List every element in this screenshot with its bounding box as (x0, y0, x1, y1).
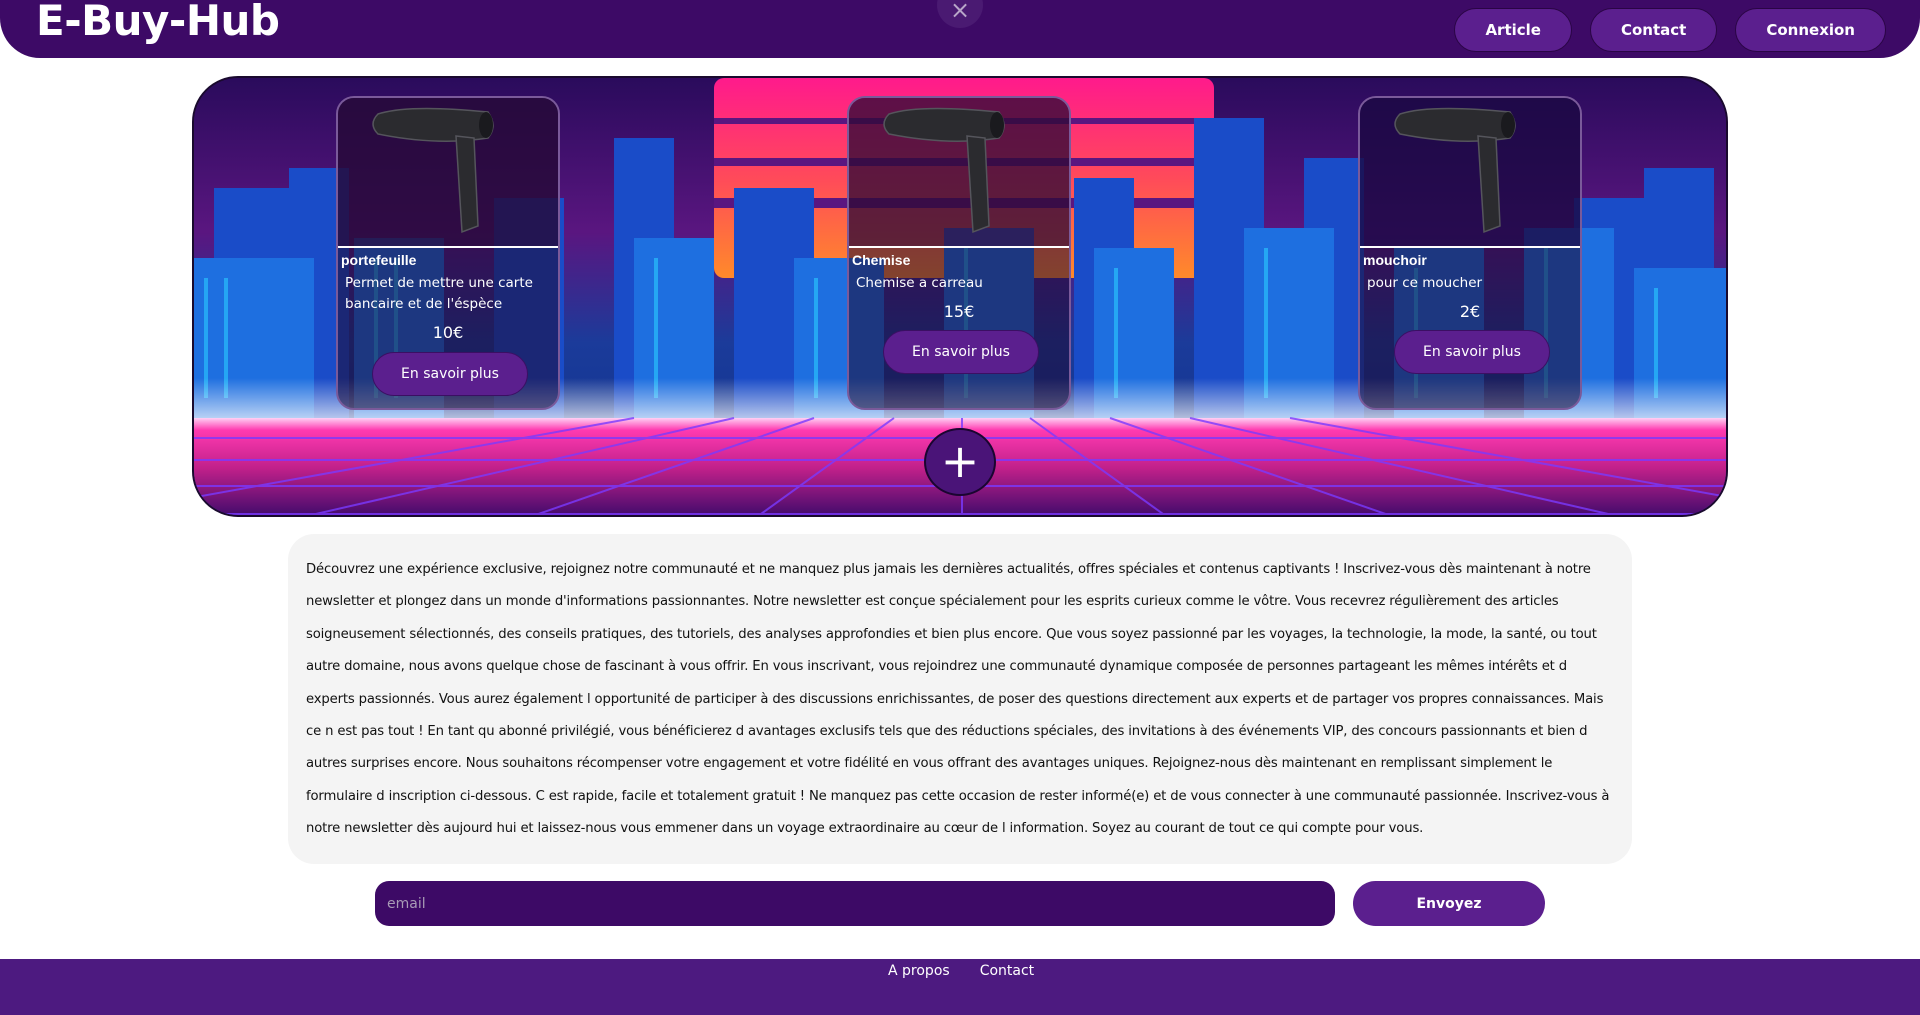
learn-more-button[interactable]: En savoir plus (883, 330, 1039, 374)
card-divider (338, 246, 558, 248)
plus-icon[interactable]: + (924, 428, 996, 496)
nav-article-button[interactable]: Article (1454, 8, 1572, 52)
product-title: portefeuille (341, 252, 417, 268)
hero-banner: portefeuille Permet de mettre une carte … (192, 76, 1728, 517)
product-title: Chemise (852, 252, 911, 268)
footer-link-about[interactable]: A propos (888, 963, 950, 979)
hair-dryer-icon (338, 98, 558, 246)
learn-more-button[interactable]: En savoir plus (1394, 330, 1550, 374)
nav-connexion-button[interactable]: Connexion (1735, 8, 1886, 52)
product-description: Chemise a carreau (856, 275, 983, 291)
card-divider (849, 246, 1069, 248)
learn-more-button[interactable]: En savoir plus (372, 352, 528, 396)
product-description: pour ce moucher (1367, 275, 1483, 291)
product-price: 2€ (1459, 302, 1481, 321)
nav-contact-button[interactable]: Contact (1589, 8, 1718, 52)
product-description: Permet de mettre une carte bancaire et d… (345, 275, 533, 312)
newsletter-description: Découvrez une expérience exclusive, rejo… (306, 562, 1610, 837)
product-card: Chemise Chemise a carreau 15€ En savoir … (847, 96, 1071, 410)
product-price: 15€ (943, 302, 975, 321)
product-price: 10€ (432, 323, 464, 342)
footer: A propos Contact (0, 959, 1920, 1015)
header-bar: E-Buy-Hub × Article Contact Connexion (0, 0, 1920, 58)
product-card: mouchoir pour ce moucher 2€ En savoir pl… (1358, 96, 1582, 410)
close-icon[interactable]: × (937, 0, 983, 28)
email-input[interactable] (375, 881, 1335, 926)
hair-dryer-icon (849, 98, 1069, 246)
footer-link-contact[interactable]: Contact (980, 963, 1034, 979)
send-button[interactable]: Envoyez (1353, 881, 1545, 926)
site-logo[interactable]: E-Buy-Hub (36, 0, 280, 45)
product-title: mouchoir (1363, 252, 1427, 268)
product-card: portefeuille Permet de mettre une carte … (336, 96, 560, 410)
footer-links: A propos Contact (888, 963, 1034, 979)
newsletter-description-box: Découvrez une expérience exclusive, rejo… (288, 534, 1632, 864)
card-divider (1360, 246, 1580, 248)
main-nav: Article Contact Connexion (1454, 8, 1886, 52)
hair-dryer-icon (1360, 98, 1580, 246)
